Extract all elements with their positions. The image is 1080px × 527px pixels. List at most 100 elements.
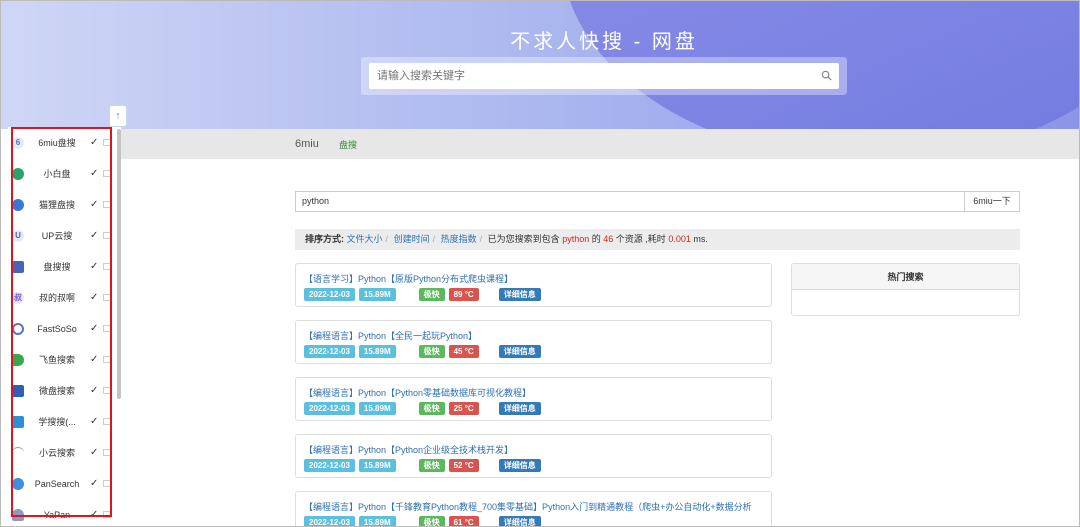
sidebar-item-shushu[interactable]: 叔 叔的叔啊 ✓ bbox=[8, 282, 113, 313]
search-time: 0.001 bbox=[668, 234, 691, 244]
sidebar-scrollbar[interactable] bbox=[117, 129, 121, 399]
sidebar-item-upyun[interactable]: U UP云搜 ✓ bbox=[8, 220, 113, 251]
sidebar-item-label: 猫狸盘搜 bbox=[38, 200, 75, 210]
browser-frame: 不求人快搜 - 网盘 ↑ 6 6miu盘搜 ✓ 小白盘 ✓ bbox=[0, 0, 1080, 527]
summary-suffix: ms. bbox=[693, 234, 708, 244]
drag-handle-icon[interactable] bbox=[103, 294, 111, 301]
query-input[interactable]: python bbox=[295, 191, 964, 212]
speed-badge: 极快 bbox=[418, 288, 445, 301]
check-icon[interactable]: ✓ bbox=[90, 385, 100, 396]
sidebar-item-yapan[interactable]: YaPan ✓ bbox=[8, 499, 113, 526]
detail-button[interactable]: 详细信息 bbox=[498, 402, 541, 415]
detail-button[interactable]: 详细信息 bbox=[498, 345, 541, 358]
check-icon[interactable]: ✓ bbox=[90, 137, 100, 148]
result-title-link[interactable]: 【编程语言】Python【Python零基础数据库可视化教程】 bbox=[304, 386, 531, 399]
maoli-icon bbox=[12, 198, 24, 211]
size-badge: 15.89M bbox=[358, 516, 396, 526]
drag-handle-icon[interactable] bbox=[103, 449, 111, 456]
result-title-link[interactable]: 【编程语言】Python【全民一起玩Python】 bbox=[304, 329, 477, 342]
hot-search-title: 热门搜索 bbox=[792, 264, 1019, 290]
engine-brand[interactable]: 6miu bbox=[295, 138, 319, 150]
size-badge: 15.89M bbox=[358, 345, 396, 358]
sidebar-item-maoli[interactable]: 猫狸盘搜 ✓ bbox=[8, 189, 113, 220]
drag-handle-icon[interactable] bbox=[103, 325, 111, 332]
check-icon[interactable]: ✓ bbox=[90, 292, 100, 303]
check-icon[interactable]: ✓ bbox=[90, 261, 100, 272]
date-badge: 2022-12-03 bbox=[304, 516, 355, 526]
sidebar-item-label: UP云搜 bbox=[41, 231, 73, 241]
check-icon[interactable]: ✓ bbox=[90, 323, 100, 334]
pansousou-icon bbox=[12, 260, 24, 273]
drag-handle-icon[interactable] bbox=[103, 511, 111, 518]
speed-badge: 极快 bbox=[418, 402, 445, 415]
sidebar-item-pansearch[interactable]: PanSearch ✓ bbox=[8, 468, 113, 499]
drag-handle-icon[interactable] bbox=[103, 139, 111, 146]
result-card: 【编程语言】Python【千锋教育Python教程_700集零基础】Python… bbox=[295, 491, 772, 526]
result-title-link[interactable]: 【语言学习】Python【原版Python分布式爬虫课程】 bbox=[304, 272, 513, 285]
collapse-sidebar-button[interactable]: ↑ bbox=[109, 105, 127, 127]
check-icon[interactable]: ✓ bbox=[90, 354, 100, 365]
hero-header: 不求人快搜 - 网盘 bbox=[1, 1, 1079, 129]
shushu-icon: 叔 bbox=[12, 291, 24, 304]
sidebar-item-xuesousou[interactable]: 学搜搜(... ✓ bbox=[8, 406, 113, 437]
check-icon[interactable]: ✓ bbox=[90, 230, 100, 241]
size-badge: 15.89M bbox=[358, 402, 396, 415]
sidebar-item-label: PanSearch bbox=[34, 478, 80, 489]
detail-button[interactable]: 详细信息 bbox=[498, 516, 541, 526]
sidebar-item-feiyu[interactable]: 飞鱼搜索 ✓ bbox=[8, 344, 113, 375]
drag-handle-icon[interactable] bbox=[103, 232, 111, 239]
sort-label: 排序方式: bbox=[305, 234, 344, 244]
check-icon[interactable]: ✓ bbox=[90, 416, 100, 427]
heat-badge: 25 °C bbox=[448, 402, 479, 415]
check-icon[interactable]: ✓ bbox=[90, 199, 100, 210]
heat-badge: 61 °C bbox=[448, 516, 479, 526]
check-icon[interactable]: ✓ bbox=[90, 168, 100, 179]
search-icon[interactable] bbox=[821, 70, 832, 81]
sidebar-item-6miu[interactable]: 6 6miu盘搜 ✓ bbox=[8, 127, 113, 158]
xiaoyun-icon bbox=[12, 446, 24, 459]
engine-nav-bar: 6miu 盘搜 bbox=[121, 129, 1079, 159]
check-icon[interactable]: ✓ bbox=[90, 447, 100, 458]
result-title-link[interactable]: 【编程语言】Python【Python企业级全技术栈开发】 bbox=[304, 443, 513, 456]
check-icon[interactable]: ✓ bbox=[90, 509, 100, 520]
drag-handle-icon[interactable] bbox=[103, 201, 111, 208]
drag-handle-icon[interactable] bbox=[103, 170, 111, 177]
search-input[interactable] bbox=[369, 63, 839, 89]
drag-handle-icon[interactable] bbox=[103, 356, 111, 363]
date-badge: 2022-12-03 bbox=[304, 402, 355, 415]
date-badge: 2022-12-03 bbox=[304, 459, 355, 472]
sidebar-item-fastsoso[interactable]: FastSoSo ✓ bbox=[8, 313, 113, 344]
sidebar-item-label: 学搜搜(... bbox=[38, 417, 76, 427]
detail-button[interactable]: 详细信息 bbox=[498, 459, 541, 472]
speed-badge: 极快 bbox=[418, 459, 445, 472]
drag-handle-icon[interactable] bbox=[103, 418, 111, 425]
drag-handle-icon[interactable] bbox=[103, 480, 111, 487]
search-panel bbox=[361, 57, 847, 95]
drag-handle-icon[interactable] bbox=[103, 387, 111, 394]
sidebar-item-label: 6miu盘搜 bbox=[38, 138, 76, 148]
tab-pansou[interactable]: 盘搜 bbox=[339, 138, 357, 151]
query-submit-button[interactable]: 6miu一下 bbox=[964, 191, 1020, 212]
sort-by-size[interactable]: 文件大小 bbox=[347, 234, 383, 244]
result-card: 【编程语言】Python【Python零基础数据库可视化教程】 2022-12-… bbox=[295, 377, 772, 421]
drag-handle-icon[interactable] bbox=[103, 263, 111, 270]
upyun-icon: U bbox=[12, 229, 24, 242]
fastsoso-icon bbox=[12, 322, 24, 335]
sidebar-item-xiaobaipan[interactable]: 小白盘 ✓ bbox=[8, 158, 113, 189]
summary-mid2: 个资源 ,耗时 bbox=[615, 234, 666, 244]
sidebar-item-label: 微盘搜索 bbox=[38, 386, 75, 396]
result-count: 46 bbox=[603, 234, 614, 244]
sort-bar: 排序方式: 文件大小 / 创建时间 / 热度指数 / 已为您搜索到包含 python … bbox=[295, 229, 1020, 250]
sidebar-item-xiaoyun[interactable]: 小云搜索 ✓ bbox=[8, 437, 113, 468]
hot-search-panel: 热门搜索 bbox=[791, 263, 1020, 316]
sidebar-item-pansousou[interactable]: 盘搜搜 ✓ bbox=[8, 251, 113, 282]
speed-badge: 极快 bbox=[418, 516, 445, 526]
sidebar-item-label: 盘搜搜 bbox=[43, 262, 71, 272]
detail-button[interactable]: 详细信息 bbox=[498, 288, 541, 301]
sort-by-heat[interactable]: 热度指数 bbox=[441, 234, 477, 244]
result-title-link[interactable]: 【编程语言】Python【千锋教育Python教程_700集零基础】Python… bbox=[304, 500, 772, 513]
summary-prefix: 已为您搜索到包含 bbox=[487, 234, 560, 244]
sort-by-date[interactable]: 创建时间 bbox=[394, 234, 430, 244]
sidebar-item-weipan[interactable]: 微盘搜索 ✓ bbox=[8, 375, 113, 406]
check-icon[interactable]: ✓ bbox=[90, 478, 100, 489]
